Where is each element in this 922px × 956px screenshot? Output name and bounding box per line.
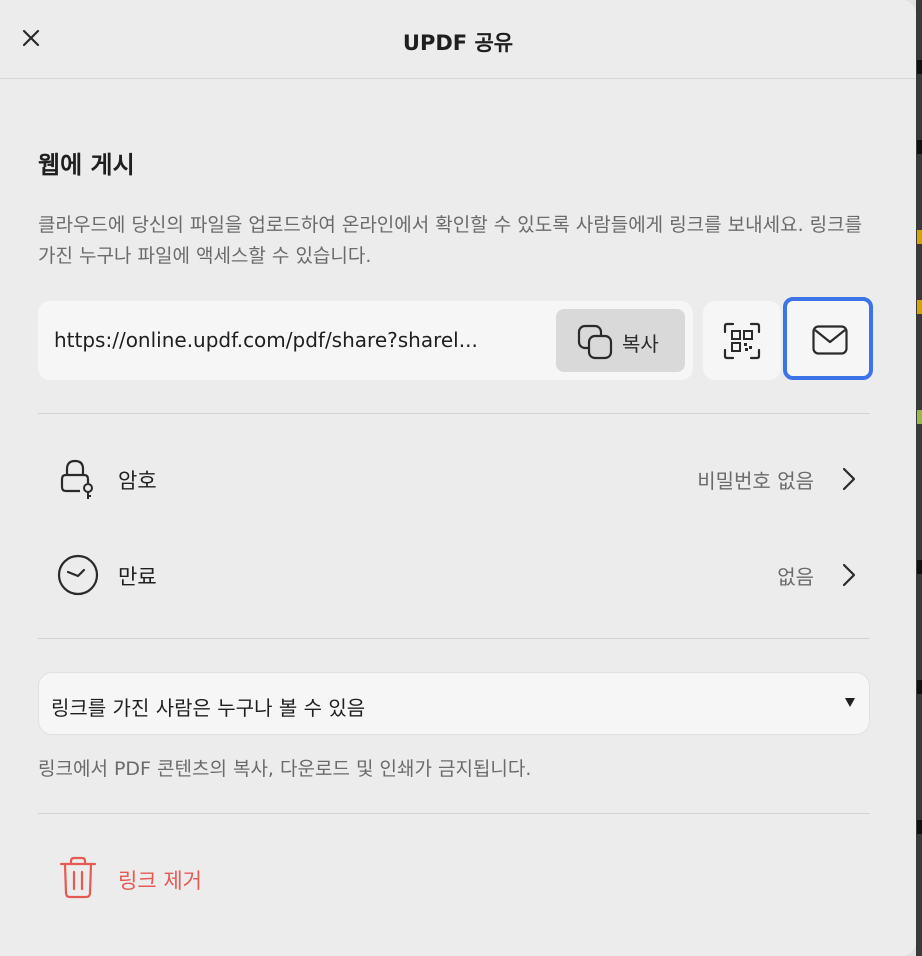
divider bbox=[38, 638, 870, 639]
remove-link-button[interactable]: 링크 제거 bbox=[58, 856, 278, 906]
dialog-header: UPDF 공유 bbox=[0, 0, 916, 79]
background-mark bbox=[917, 230, 922, 244]
background-mark bbox=[917, 820, 922, 834]
background-mark bbox=[917, 300, 922, 314]
share-link-url[interactable]: https://online.updf.com/pdf/share?sharel… bbox=[54, 328, 534, 352]
divider bbox=[38, 813, 870, 814]
share-dialog: UPDF 공유 웹에 게시 클라우드에 당신의 파일을 업로드하여 온라인에서 … bbox=[0, 0, 916, 956]
qr-code-icon bbox=[723, 322, 761, 360]
copy-link-button[interactable]: 복사 bbox=[556, 309, 685, 372]
clock-icon bbox=[57, 554, 99, 596]
copy-label: 복사 bbox=[622, 332, 659, 356]
section-title: 웹에 게시 bbox=[38, 151, 135, 179]
chevron-right-icon bbox=[842, 467, 856, 491]
lock-icon bbox=[60, 459, 93, 499]
background-mark bbox=[917, 560, 922, 574]
email-share-button[interactable] bbox=[783, 297, 873, 380]
chevron-right-icon bbox=[842, 563, 856, 587]
expiry-setting-row[interactable]: 만료 없음 bbox=[38, 539, 870, 609]
dropdown-arrow-icon bbox=[845, 698, 855, 707]
access-permission-select[interactable]: 링크를 가진 사람은 누구나 볼 수 있음 bbox=[38, 672, 870, 735]
background-mark bbox=[917, 410, 922, 424]
expiry-label: 만료 bbox=[118, 565, 157, 589]
password-label: 암호 bbox=[118, 469, 157, 493]
remove-link-label: 링크 제거 bbox=[118, 869, 202, 893]
divider bbox=[38, 413, 870, 414]
background-mark bbox=[917, 140, 922, 154]
expiry-value: 없음 bbox=[777, 565, 814, 589]
trash-icon bbox=[59, 856, 97, 899]
mail-icon bbox=[812, 325, 848, 355]
access-note: 링크에서 PDF 콘텐츠의 복사, 다운로드 및 인쇄가 금지됩니다. bbox=[38, 758, 532, 780]
background-app-edge bbox=[916, 0, 922, 956]
dialog-title: UPDF 공유 bbox=[402, 31, 514, 55]
password-setting-row[interactable]: 암호 비밀번호 없음 bbox=[38, 443, 870, 513]
password-value: 비밀번호 없음 bbox=[697, 469, 814, 493]
access-permission-value: 링크를 가진 사람은 누구나 볼 수 있음 bbox=[51, 696, 366, 720]
background-mark bbox=[917, 60, 922, 74]
qr-code-button[interactable] bbox=[703, 301, 781, 380]
copy-icon bbox=[577, 324, 613, 360]
share-link-field: https://online.updf.com/pdf/share?sharel… bbox=[38, 301, 693, 380]
publish-description: 클라우드에 당신의 파일을 업로드하여 온라인에서 확인할 수 있도록 사람들에… bbox=[38, 214, 863, 267]
background-mark bbox=[917, 680, 922, 694]
